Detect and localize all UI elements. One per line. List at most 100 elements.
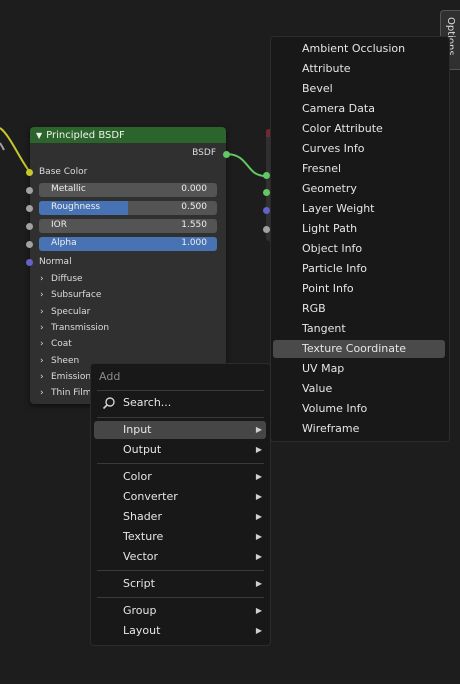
submenu-item[interactable]: Color Attribute (273, 120, 445, 138)
chevron-down-icon[interactable]: ▼ (36, 131, 42, 140)
alpha-field[interactable]: Alpha 1.000 (39, 237, 217, 251)
submenu-item-label: Point Info (302, 282, 354, 295)
menu-item-script[interactable]: Script ▶ (94, 575, 266, 593)
submenu-item-highlighted[interactable]: Texture Coordinate (273, 340, 445, 358)
menu-item-color[interactable]: Color ▶ (94, 468, 266, 486)
submenu-item[interactable]: Value (273, 380, 445, 398)
menu-item-group[interactable]: Group ▶ (94, 602, 266, 620)
submenu-item-label: Curves Info (302, 142, 365, 155)
submenu-item[interactable]: Wireframe (273, 420, 445, 438)
normal-socket[interactable] (26, 259, 33, 266)
panel-label: Subsurface (51, 290, 102, 300)
submenu-item-label: Value (302, 382, 333, 395)
submenu-item[interactable]: Attribute (273, 60, 445, 78)
menu-item-layout[interactable]: Layout ▶ (94, 622, 266, 640)
submenu-item[interactable]: Geometry (273, 180, 445, 198)
submenu-item[interactable]: Tangent (273, 320, 445, 338)
field-value: 0.500 (181, 202, 207, 212)
field-label: Roughness (51, 202, 101, 212)
chevron-right-icon: › (40, 274, 44, 284)
field-label: Alpha (51, 238, 77, 248)
submenu-item-label: Attribute (302, 62, 351, 75)
shader-socket[interactable] (263, 189, 270, 196)
field-value: 1.550 (181, 220, 207, 230)
submenu-arrow-icon: ▶ (255, 512, 262, 521)
submenu-item[interactable]: Camera Data (273, 100, 445, 118)
submenu-item[interactable]: Volume Info (273, 400, 445, 418)
base-color-socket[interactable] (26, 169, 33, 176)
roughness-field[interactable]: Roughness 0.500 (39, 201, 217, 215)
field-value: 0.000 (181, 184, 207, 194)
menu-item-label: Layout (123, 624, 161, 637)
panel-diffuse[interactable]: › Diffuse (40, 274, 83, 284)
ior-socket[interactable] (26, 223, 33, 230)
separator (97, 463, 264, 464)
menu-item-label: Output (123, 443, 162, 456)
menu-item-converter[interactable]: Converter ▶ (94, 488, 266, 506)
ior-field[interactable]: IOR 1.550 (39, 219, 217, 233)
submenu-item-label: Light Path (302, 222, 358, 235)
menu-item-label: Script (123, 577, 155, 590)
panel-transmission[interactable]: › Transmission (40, 323, 109, 333)
submenu-item-label: UV Map (302, 362, 345, 375)
submenu-item[interactable]: UV Map (273, 360, 445, 378)
menu-item-label: Group (123, 604, 157, 617)
node-header[interactable]: ▼ Principled BSDF (30, 127, 226, 143)
chevron-right-icon: › (40, 339, 44, 349)
panel-thin-film[interactable]: › Thin Film (40, 388, 92, 398)
chevron-right-icon: › (40, 388, 44, 398)
menu-item-texture[interactable]: Texture ▶ (94, 528, 266, 546)
submenu-item-label: Texture Coordinate (302, 342, 407, 355)
shader-socket[interactable] (263, 172, 270, 179)
bsdf-output-label: BSDF (192, 148, 216, 158)
float-socket[interactable] (263, 226, 270, 233)
chevron-right-icon: › (40, 372, 44, 382)
submenu-item-label: Wireframe (302, 422, 360, 435)
submenu-item[interactable]: Point Info (273, 280, 445, 298)
panel-label: Transmission (51, 323, 110, 333)
panel-label: Diffuse (51, 274, 83, 284)
menu-item-shader[interactable]: Shader ▶ (94, 508, 266, 526)
bsdf-output-socket[interactable] (223, 151, 230, 158)
submenu-item[interactable]: Bevel (273, 80, 445, 98)
metallic-socket[interactable] (26, 187, 33, 194)
submenu-arrow-icon: ▶ (255, 492, 262, 501)
submenu-item-label: Color Attribute (302, 122, 383, 135)
submenu-arrow-icon: ▶ (255, 606, 262, 615)
alpha-socket[interactable] (26, 241, 33, 248)
vector-socket[interactable] (263, 207, 270, 214)
separator (97, 570, 264, 571)
submenu-item[interactable]: Fresnel (273, 160, 445, 178)
add-menu-title: Add (99, 370, 121, 383)
search-label: Search... (123, 396, 172, 409)
submenu-item-label: Bevel (302, 82, 333, 95)
panel-subsurface[interactable]: › Subsurface (40, 290, 101, 300)
submenu-item[interactable]: Ambient Occlusion (273, 40, 445, 58)
submenu-arrow-icon: ▶ (255, 532, 262, 541)
submenu-item[interactable]: Curves Info (273, 140, 445, 158)
chevron-right-icon: › (40, 323, 44, 333)
search-menu-item[interactable]: Search... (94, 394, 266, 412)
submenu-item[interactable]: Particle Info (273, 260, 445, 278)
menu-item-output[interactable]: Output ▶ (94, 441, 266, 459)
panel-specular[interactable]: › Specular (40, 307, 90, 317)
panel-sheen[interactable]: › Sheen (40, 356, 79, 366)
panel-label: Thin Film (51, 388, 92, 398)
submenu-item[interactable]: Object Info (273, 240, 445, 258)
roughness-socket[interactable] (26, 205, 33, 212)
submenu-item[interactable]: Layer Weight (273, 200, 445, 218)
submenu-item-label: RGB (302, 302, 326, 315)
panel-coat[interactable]: › Coat (40, 339, 72, 349)
submenu-item[interactable]: Light Path (273, 220, 445, 238)
chevron-right-icon: › (40, 307, 44, 317)
separator (97, 417, 264, 418)
menu-item-label: Vector (123, 550, 159, 563)
panel-emission[interactable]: › Emission (40, 372, 91, 382)
menu-item-input[interactable]: Input ▶ (94, 421, 266, 439)
search-icon (102, 397, 115, 410)
submenu-arrow-icon: ▶ (255, 626, 262, 635)
metallic-field[interactable]: Metallic 0.000 (39, 183, 217, 197)
panel-label: Sheen (51, 356, 80, 366)
menu-item-vector[interactable]: Vector ▶ (94, 548, 266, 566)
submenu-item[interactable]: RGB (273, 300, 445, 318)
